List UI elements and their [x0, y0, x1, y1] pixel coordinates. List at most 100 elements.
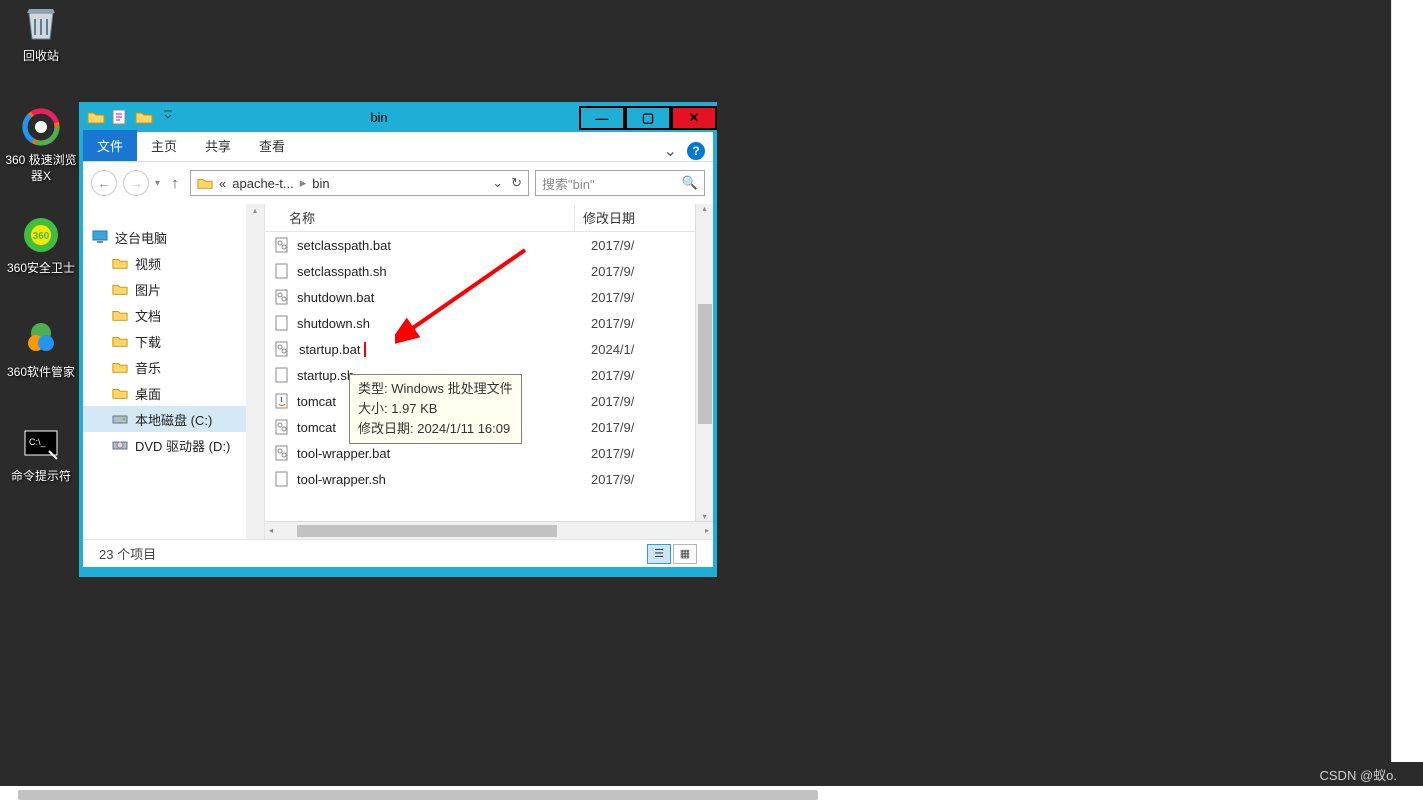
refresh-icon[interactable]: ↻	[511, 175, 522, 191]
annotation-arrow	[395, 246, 535, 346]
desktop-icon-label: 360 极速浏览器X	[4, 152, 78, 184]
scroll-up-icon[interactable]: ▴	[251, 206, 259, 214]
desktop-icon-label: 360安全卫士	[4, 260, 78, 276]
file-date: 2017/9/	[583, 290, 713, 305]
file-name: tool-wrapper.sh	[297, 472, 583, 487]
desktop-icon-label: 360软件管家	[4, 364, 78, 380]
tree-label: 视频	[135, 254, 161, 273]
tree-label: 这台电脑	[115, 228, 167, 247]
file-date: 2017/9/	[583, 446, 713, 461]
item-count: 23 个项目	[99, 544, 156, 563]
scrollbar-thumb[interactable]	[18, 790, 818, 800]
folder-icon	[111, 384, 129, 402]
address-crumb[interactable]: apache-t...	[232, 176, 293, 191]
360-software-icon	[20, 318, 62, 360]
desktop-icon-360-browser[interactable]: 360 极速浏览器X	[4, 106, 78, 184]
file-date: 2017/9/	[583, 264, 713, 279]
dvd-icon	[111, 436, 129, 454]
tree-label: 文档	[135, 306, 161, 325]
tree-item[interactable]: 本地磁盘 (C:)	[83, 406, 264, 432]
quick-access-toolbar	[79, 106, 179, 128]
file-date: 2017/9/	[583, 394, 713, 409]
tree-label: 音乐	[135, 358, 161, 377]
forward-button[interactable]: →	[123, 170, 149, 196]
folder-icon	[111, 254, 129, 272]
properties-icon[interactable]	[109, 106, 131, 128]
folder-icon	[85, 106, 107, 128]
help-button[interactable]: ?	[687, 142, 705, 160]
minimize-button[interactable]: —	[579, 106, 625, 130]
java-file-icon	[273, 392, 291, 410]
tree-item[interactable]: 桌面	[83, 380, 264, 406]
file-row[interactable]: tool-wrapper.sh2017/9/	[265, 466, 713, 492]
page-vertical-scrollbar[interactable]	[1391, 0, 1423, 762]
chevron-down-icon[interactable]: ⌄	[492, 175, 503, 191]
page-horizontal-scrollbar[interactable]	[0, 786, 1423, 804]
file-date: 2017/9/	[583, 472, 713, 487]
tab-share[interactable]: 共享	[191, 130, 245, 161]
view-icons-button[interactable]: ▦	[673, 544, 697, 564]
tab-home[interactable]: 主页	[137, 130, 191, 161]
tab-view[interactable]: 查看	[245, 130, 299, 161]
folder-icon	[111, 280, 129, 298]
folder-icon	[111, 306, 129, 324]
tree-item[interactable]: DVD 驱动器 (D:)	[83, 432, 264, 458]
open-folder-icon[interactable]	[133, 106, 155, 128]
scrollbar-thumb[interactable]	[297, 525, 557, 537]
scroll-left-icon[interactable]: ◂	[269, 526, 273, 535]
desktop-icon-label: 命令提示符	[4, 468, 78, 484]
close-button[interactable]: ✕	[671, 106, 717, 130]
scroll-right-icon[interactable]: ▸	[705, 526, 709, 535]
horizontal-scrollbar[interactable]: ◂ ▸	[265, 521, 713, 539]
file-file-icon	[273, 366, 291, 384]
explorer-window: bin — ▢ ✕ 文件 主页 共享 查看 ⌄ ? ← → ▾ ↑ «	[79, 102, 717, 577]
file-date: 2017/9/	[583, 368, 713, 383]
column-header-date[interactable]: 修改日期	[575, 204, 713, 231]
history-dropdown-icon[interactable]: ▾	[155, 178, 160, 189]
tree-scrollbar[interactable]: ▴	[246, 204, 264, 539]
desktop-icon-cmd[interactable]: C:\_ 命令提示符	[4, 422, 78, 484]
column-header-name[interactable]: 名称	[265, 204, 575, 231]
maximize-button[interactable]: ▢	[625, 106, 671, 130]
desktop-icon-label: 回收站	[4, 48, 78, 64]
tooltip-line: 大小: 1.97 KB	[358, 399, 513, 419]
desktop-icon-recycle-bin[interactable]: 回收站	[4, 2, 78, 64]
tree-item[interactable]: 下载	[83, 328, 264, 354]
address-crumb[interactable]: bin	[312, 176, 329, 191]
tree-label: 下载	[135, 332, 161, 351]
tooltip-line: 修改日期: 2024/1/11 16:09	[358, 419, 513, 439]
titlebar[interactable]: bin — ▢ ✕	[79, 102, 717, 132]
file-name: startup.bat	[297, 342, 366, 357]
search-box[interactable]: 搜索"bin" 🔍	[535, 170, 705, 196]
up-button[interactable]: ↑	[166, 174, 184, 192]
address-prefix: «	[219, 176, 226, 191]
tree-item[interactable]: 音乐	[83, 354, 264, 380]
bat-file-icon	[273, 340, 291, 358]
address-bar[interactable]: « apache-t... ▸ bin ⌄ ↻	[190, 170, 529, 196]
tree-item[interactable]: 图片	[83, 276, 264, 302]
svg-text:360: 360	[33, 231, 50, 242]
dropdown-icon[interactable]	[157, 106, 179, 128]
folder-icon	[111, 332, 129, 350]
desktop-icon-360-safe[interactable]: 360 360安全卫士	[4, 214, 78, 276]
ribbon-chevron-icon[interactable]: ⌄	[664, 141, 677, 161]
ribbon: 文件 主页 共享 查看 ⌄ ?	[83, 132, 713, 162]
cmd-icon: C:\_	[20, 422, 62, 464]
file-name: tool-wrapper.bat	[297, 446, 583, 461]
nav-tree: 这台电脑 视频图片文档下载音乐桌面本地磁盘 (C:)DVD 驱动器 (D:) ▴	[83, 204, 265, 539]
tooltip-line: 类型: Windows 批处理文件	[358, 379, 513, 399]
scrollbar-thumb[interactable]	[698, 304, 712, 424]
tree-this-pc[interactable]: 这台电脑	[83, 224, 264, 250]
search-icon: 🔍	[682, 175, 698, 191]
file-list: 名称 修改日期 setclasspath.bat2017/9/setclassp…	[265, 204, 713, 539]
360-browser-icon	[20, 106, 62, 148]
scroll-down-icon[interactable]: ▾	[696, 512, 713, 521]
file-scrollbar[interactable]: ▴ ▾	[695, 204, 713, 521]
tree-item[interactable]: 视频	[83, 250, 264, 276]
tree-item[interactable]: 文档	[83, 302, 264, 328]
tab-file[interactable]: 文件	[83, 130, 137, 161]
scroll-up-icon[interactable]: ▴	[696, 204, 713, 213]
view-details-button[interactable]: ☰	[647, 544, 671, 564]
desktop-icon-360-software[interactable]: 360软件管家	[4, 318, 78, 380]
back-button[interactable]: ←	[91, 170, 117, 196]
